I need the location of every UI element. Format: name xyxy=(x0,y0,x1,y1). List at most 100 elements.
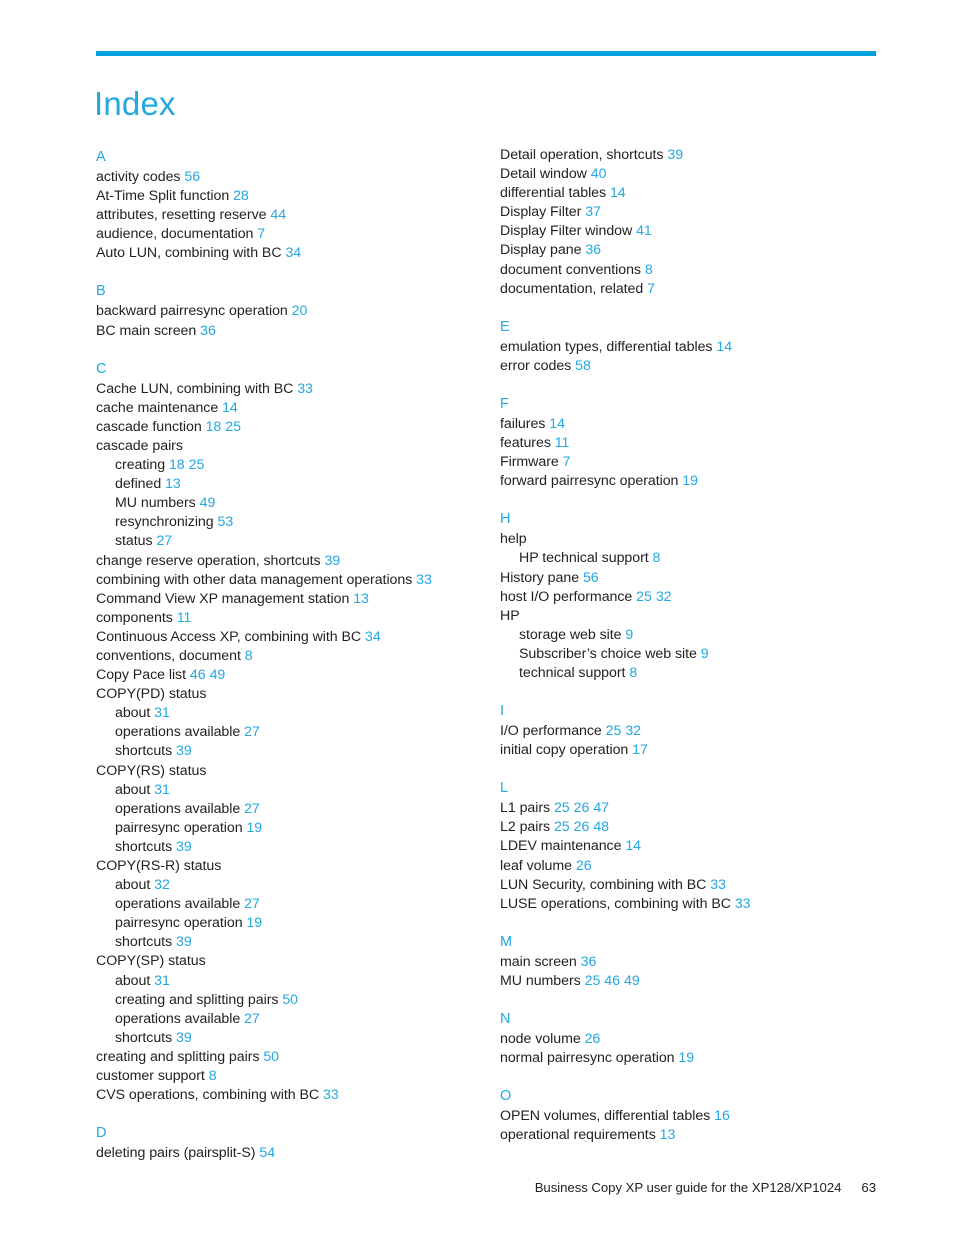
index-subentry[interactable]: pairresync operation 19 xyxy=(96,914,496,933)
index-page-ref[interactable]: 16 xyxy=(710,1108,730,1124)
index-page-ref[interactable]: 58 xyxy=(571,358,591,374)
index-page-ref[interactable]: 13 xyxy=(656,1127,676,1143)
index-page-ref[interactable]: 36 xyxy=(577,954,597,970)
index-page-ref[interactable]: 36 xyxy=(581,242,601,258)
index-page-ref[interactable]: 27 xyxy=(240,1011,260,1027)
index-page-ref[interactable]: 27 xyxy=(240,801,260,817)
index-entry[interactable]: backward pairresync operation 20 xyxy=(96,302,496,321)
index-subentry[interactable]: defined 13 xyxy=(96,475,496,494)
index-entry[interactable]: L2 pairs 25 26 48 xyxy=(500,818,890,837)
index-entry[interactable]: cache maintenance 14 xyxy=(96,399,496,418)
index-page-ref[interactable]: 7 xyxy=(559,454,571,470)
index-entry[interactable]: LUN Security, combining with BC 33 xyxy=(500,876,890,895)
index-page-ref[interactable]: 20 xyxy=(288,303,308,319)
index-page-ref[interactable]: 39 xyxy=(172,743,192,759)
index-entry[interactable]: Continuous Access XP, combining with BC … xyxy=(96,628,496,647)
index-page-ref[interactable]: 8 xyxy=(205,1068,217,1084)
index-subentry[interactable]: shortcuts 39 xyxy=(96,933,496,952)
index-page-ref[interactable]: 31 xyxy=(150,782,170,798)
index-page-ref[interactable]: 39 xyxy=(172,1030,192,1046)
index-page-ref[interactable]: 25 xyxy=(632,589,652,605)
index-page-ref[interactable]: 56 xyxy=(579,570,599,586)
index-page-ref[interactable]: 56 xyxy=(180,169,200,185)
index-entry[interactable]: MU numbers 25 46 49 xyxy=(500,972,890,991)
index-entry[interactable]: COPY(PD) status xyxy=(96,685,496,704)
index-page-ref[interactable]: 28 xyxy=(229,188,249,204)
index-subentry[interactable]: operations available 27 xyxy=(96,723,496,742)
index-page-ref[interactable]: 25 xyxy=(550,819,570,835)
index-page-ref[interactable]: 53 xyxy=(214,514,234,530)
index-page-ref[interactable]: 8 xyxy=(625,665,637,681)
index-entry[interactable]: documentation, related 7 xyxy=(500,280,890,299)
index-page-ref[interactable]: 32 xyxy=(150,877,170,893)
index-entry[interactable]: Display pane 36 xyxy=(500,241,890,260)
index-entry[interactable]: deleting pairs (pairsplit-S) 54 xyxy=(96,1144,496,1163)
index-page-ref[interactable]: 9 xyxy=(697,646,709,662)
index-subentry[interactable]: resynchronizing 53 xyxy=(96,513,496,532)
index-entry[interactable]: Detail window 40 xyxy=(500,165,890,184)
index-page-ref[interactable]: 34 xyxy=(361,629,381,645)
index-page-ref[interactable]: 8 xyxy=(241,648,253,664)
index-entry[interactable]: leaf volume 26 xyxy=(500,857,890,876)
index-page-ref[interactable]: 25 xyxy=(189,457,205,473)
index-page-ref[interactable]: 9 xyxy=(622,627,633,643)
index-page-ref[interactable]: 32 xyxy=(625,723,641,739)
index-page-ref[interactable]: 11 xyxy=(173,610,192,626)
index-page-ref[interactable]: 26 xyxy=(574,819,590,835)
index-entry[interactable]: cascade function 18 25 xyxy=(96,418,496,437)
index-subentry[interactable]: operations available 27 xyxy=(96,1010,496,1029)
index-entry[interactable]: LDEV maintenance 14 xyxy=(500,837,890,856)
index-entry[interactable]: error codes 58 xyxy=(500,357,890,376)
index-page-ref[interactable]: 46 xyxy=(604,973,620,989)
index-page-ref[interactable]: 31 xyxy=(150,973,170,989)
index-page-ref[interactable]: 26 xyxy=(574,800,590,816)
index-subentry[interactable]: operations available 27 xyxy=(96,800,496,819)
index-page-ref[interactable]: 8 xyxy=(641,262,653,278)
index-entry[interactable]: customer support 8 xyxy=(96,1067,496,1086)
index-page-ref[interactable]: 33 xyxy=(731,896,751,912)
index-subentry[interactable]: shortcuts 39 xyxy=(96,1029,496,1048)
index-subentry[interactable]: shortcuts 39 xyxy=(96,838,496,857)
index-page-ref[interactable]: 8 xyxy=(649,550,661,566)
index-page-ref[interactable]: 27 xyxy=(240,724,260,740)
index-entry[interactable]: attributes, resetting reserve 44 xyxy=(96,206,496,225)
index-subentry[interactable]: about 31 xyxy=(96,972,496,991)
index-page-ref[interactable]: 41 xyxy=(632,223,652,239)
index-page-ref[interactable]: 11 xyxy=(551,435,570,451)
index-page-ref[interactable]: 14 xyxy=(545,416,565,432)
index-entry[interactable]: differential tables 14 xyxy=(500,184,890,203)
index-entry[interactable]: HP xyxy=(500,607,890,626)
index-entry[interactable]: Copy Pace list 46 49 xyxy=(96,666,496,685)
index-entry[interactable]: main screen 36 xyxy=(500,953,890,972)
index-page-ref[interactable]: 13 xyxy=(161,476,181,492)
index-entry[interactable]: History pane 56 xyxy=(500,569,890,588)
index-page-ref[interactable]: 18 xyxy=(165,457,185,473)
index-page-ref[interactable]: 49 xyxy=(196,495,216,511)
index-entry[interactable]: activity codes 56 xyxy=(96,168,496,187)
index-page-ref[interactable]: 17 xyxy=(628,742,648,758)
index-entry[interactable]: COPY(RS) status xyxy=(96,762,496,781)
index-page-ref[interactable]: 44 xyxy=(266,207,286,223)
index-page-ref[interactable]: 25 xyxy=(581,973,601,989)
index-page-ref[interactable]: 13 xyxy=(349,591,369,607)
index-page-ref[interactable]: 39 xyxy=(172,934,192,950)
index-page-ref[interactable]: 39 xyxy=(663,147,683,163)
index-subentry[interactable]: technical support 8 xyxy=(500,664,890,683)
index-page-ref[interactable]: 33 xyxy=(706,877,726,893)
index-page-ref[interactable]: 54 xyxy=(255,1145,275,1161)
index-page-ref[interactable]: 14 xyxy=(218,400,238,416)
index-entry[interactable]: features 11 xyxy=(500,434,890,453)
index-page-ref[interactable]: 37 xyxy=(581,204,601,220)
index-entry[interactable]: host I/O performance 25 32 xyxy=(500,588,890,607)
index-entry[interactable]: Display Filter window 41 xyxy=(500,222,890,241)
index-page-ref[interactable]: 19 xyxy=(675,1050,694,1066)
index-entry[interactable]: Auto LUN, combining with BC 34 xyxy=(96,244,496,263)
index-entry[interactable]: emulation types, differential tables 14 xyxy=(500,338,890,357)
index-entry[interactable]: initial copy operation 17 xyxy=(500,741,890,760)
index-page-ref[interactable]: 26 xyxy=(572,858,592,874)
index-page-ref[interactable]: 50 xyxy=(278,992,298,1008)
index-entry[interactable]: At-Time Split function 28 xyxy=(96,187,496,206)
index-entry[interactable]: CVS operations, combining with BC 33 xyxy=(96,1086,496,1105)
index-page-ref[interactable]: 25 xyxy=(225,419,241,435)
index-page-ref[interactable]: 7 xyxy=(643,281,655,297)
